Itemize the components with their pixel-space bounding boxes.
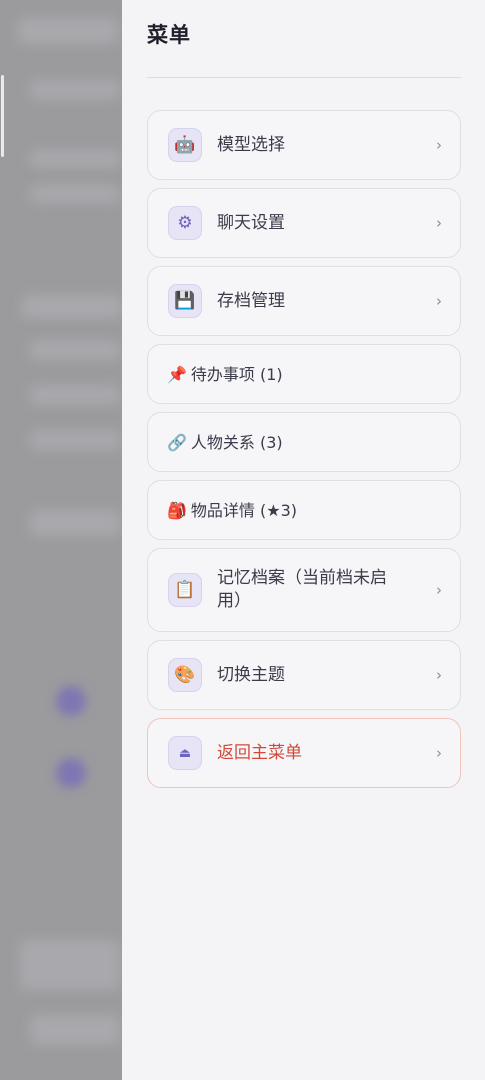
bg-text-block bbox=[30, 150, 120, 168]
menu-item-label: 人物关系 (3) bbox=[190, 432, 283, 452]
drawer-header: 菜单 bbox=[147, 0, 461, 78]
menu-item-todo[interactable]: 📌 待办事项 (1) bbox=[147, 344, 461, 404]
bg-text-block bbox=[30, 185, 120, 203]
menu-item-label: 物品详情 (★3) bbox=[190, 500, 298, 520]
menu-item-label: 模型选择 bbox=[217, 134, 285, 155]
scrollbar[interactable] bbox=[1, 75, 4, 157]
menu-item-model-select[interactable]: 🤖 模型选择 › bbox=[147, 110, 461, 180]
menu-item-label: 记忆档案（当前档未启用） bbox=[217, 568, 387, 611]
menu-item-memory-archive[interactable]: 📋 记忆档案（当前档未启用） › bbox=[147, 548, 461, 632]
menu-item-label: 聊天设置 bbox=[217, 212, 285, 233]
menu-item-label: 切换主题 bbox=[217, 664, 285, 685]
link-icon: 🔗 bbox=[167, 432, 187, 452]
side-drawer: 菜单 🤖 模型选择 › ⚙ 聊天设置 › 💾 存档管理 › 📌 待办事项 (1)… bbox=[122, 0, 485, 1080]
chevron-right-icon: › bbox=[436, 136, 442, 154]
eject-icon: ⏏ bbox=[168, 736, 202, 770]
menu-item-return-main-menu[interactable]: ⏏ 返回主菜单 › bbox=[147, 718, 461, 788]
chevron-right-icon: › bbox=[436, 292, 442, 310]
bg-header-block bbox=[18, 18, 118, 44]
bg-row-block bbox=[30, 385, 120, 405]
floppy-disk-icon: 💾 bbox=[168, 284, 202, 318]
menu-item-chat-settings[interactable]: ⚙ 聊天设置 › bbox=[147, 188, 461, 258]
chevron-right-icon: › bbox=[436, 581, 442, 599]
menu-item-label: 存档管理 bbox=[217, 290, 285, 311]
menu-item-label: 待办事项 (1) bbox=[190, 364, 283, 384]
drawer-title: 菜单 bbox=[147, 22, 191, 47]
bg-row-block bbox=[30, 340, 120, 360]
menu-item-switch-theme[interactable]: 🎨 切换主题 › bbox=[147, 640, 461, 710]
chevron-right-icon: › bbox=[436, 744, 442, 762]
clipboard-icon: 📋 bbox=[168, 573, 202, 607]
bg-avatar bbox=[56, 686, 86, 716]
gear-icon: ⚙ bbox=[168, 206, 202, 240]
pushpin-icon: 📌 bbox=[167, 364, 187, 384]
menu-item-save-management[interactable]: 💾 存档管理 › bbox=[147, 266, 461, 336]
bg-input-block bbox=[20, 940, 120, 990]
bg-toolbar-block bbox=[30, 80, 120, 100]
backpack-icon: 🎒 bbox=[167, 500, 187, 520]
bg-footer-block bbox=[30, 1015, 120, 1045]
palette-icon: 🎨 bbox=[168, 658, 202, 692]
bg-section-block bbox=[22, 295, 122, 319]
menu-item-relationships[interactable]: 🔗 人物关系 (3) bbox=[147, 412, 461, 472]
bg-avatar bbox=[56, 758, 86, 788]
menu-item-inventory[interactable]: 🎒 物品详情 (★3) bbox=[147, 480, 461, 540]
chevron-right-icon: › bbox=[436, 666, 442, 684]
bg-row-block bbox=[30, 430, 120, 450]
menu-item-label: 返回主菜单 bbox=[217, 742, 302, 763]
bg-row-block bbox=[30, 510, 120, 536]
robot-icon: 🤖 bbox=[168, 128, 202, 162]
chevron-right-icon: › bbox=[436, 214, 442, 232]
